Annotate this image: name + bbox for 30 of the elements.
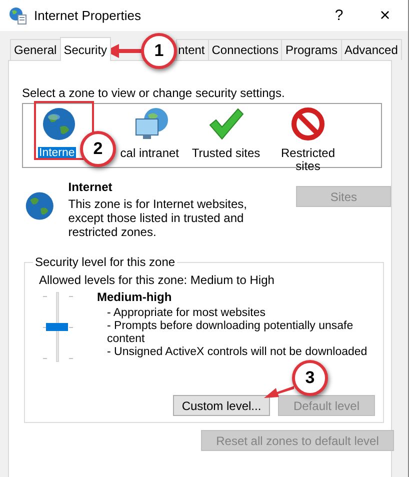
tab[interactable]: Advanced: [340, 39, 402, 60]
level-description: - Appropriate for most websites: [106, 307, 267, 320]
step-badge: 1: [141, 33, 177, 69]
allowed-levels: Allowed levels for this zone: Medium to High: [39, 273, 276, 287]
zone-label[interactable]: cal intranet: [119, 147, 180, 160]
tab[interactable]: General: [10, 39, 61, 60]
window-title: Internet Properties: [34, 8, 142, 23]
globe-icon[interactable]: [42, 107, 76, 141]
close-button[interactable]: ×: [362, 0, 408, 31]
zone-label[interactable]: Restricted sites: [272, 147, 344, 173]
slider-thumb[interactable]: [46, 323, 68, 331]
pointer-arrow: [264, 384, 294, 398]
tab[interactable]: Security: [60, 37, 112, 61]
level-button[interactable]: Custom level...: [173, 395, 270, 416]
help-button[interactable]: ?: [316, 0, 362, 31]
security-slider[interactable]: [43, 291, 73, 363]
checkmark-icon[interactable]: [208, 107, 244, 141]
level-name: Medium-high: [97, 291, 173, 304]
globe-document-icon: [9, 6, 27, 24]
zone-prompt: Select a zone to view or change security settings.: [22, 86, 286, 100]
zone-title: Internet: [68, 180, 114, 194]
level-description: - Prompts before downloading potentially unsafe content: [106, 320, 354, 346]
no-entry-icon[interactable]: [291, 107, 325, 141]
monitor-globe-icon[interactable]: [134, 107, 170, 141]
zone-description: This zone is for Internet websites, except those listed in trusted and restricted zones.: [68, 197, 248, 239]
globe-icon: [25, 191, 54, 221]
tab[interactable]: ntent: [176, 39, 209, 60]
group-title: Security level for this zone: [34, 255, 176, 269]
level-description: - Unsigned ActiveX controls will not be downloaded: [106, 346, 368, 359]
zone-label[interactable]: Trusted sites: [190, 147, 262, 160]
